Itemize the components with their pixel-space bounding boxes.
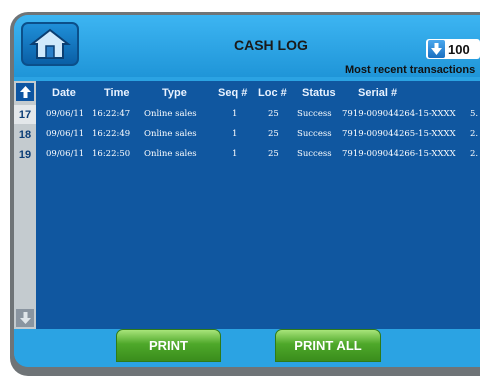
scroll-up-button[interactable] <box>16 83 34 101</box>
page-title: CASH LOG <box>234 37 308 53</box>
column-header-seq[interactable]: Seq # <box>218 87 247 99</box>
cell-amount: 2. <box>470 149 479 159</box>
cell-time: 16:22:49 <box>92 129 131 139</box>
row-number: 18 <box>18 128 32 141</box>
cell-type: Online sales <box>144 109 197 119</box>
cell-time: 16:22:47 <box>92 109 131 119</box>
cell-seq: 1 <box>232 109 238 119</box>
print-all-button[interactable]: PRINT ALL <box>275 329 381 362</box>
header-bar: CASH LOG 100 Most recent transactions <box>14 15 480 77</box>
column-header-type[interactable]: Type <box>162 87 187 99</box>
cell-status: Success <box>297 149 332 159</box>
row-number-column: 17 18 19 <box>14 81 36 329</box>
cell-serial: 7919-009044264-15-XXXX <box>342 109 456 119</box>
cell-status: Success <box>297 129 332 139</box>
cell-seq: 1 <box>232 149 238 159</box>
scroll-down-button[interactable] <box>16 309 34 327</box>
cell-date: 09/06/11 <box>46 149 85 159</box>
cell-loc: 25 <box>268 109 279 119</box>
arrow-down-icon <box>431 43 442 55</box>
print-button[interactable]: PRINT <box>116 329 221 362</box>
transaction-count: 100 <box>448 42 470 57</box>
transaction-table: Date Time Type Seq # Loc # Status Serial… <box>36 81 480 329</box>
cell-date: 09/06/11 <box>46 129 85 139</box>
cell-amount: 2. <box>470 129 479 139</box>
subtitle: Most recent transactions <box>345 64 476 76</box>
row-number: 17 <box>14 105 36 124</box>
cell-type: Online sales <box>144 149 197 159</box>
column-header-status[interactable]: Status <box>302 87 336 99</box>
cell-amount: 5. <box>470 109 479 119</box>
cell-status: Success <box>297 109 332 119</box>
column-header-loc[interactable]: Loc # <box>258 87 287 99</box>
row-number: 19 <box>18 148 32 161</box>
column-header-date[interactable]: Date <box>52 87 76 99</box>
cell-serial: 7919-009044265-15-XXXX <box>342 129 456 139</box>
arrow-up-icon <box>19 86 31 98</box>
cell-loc: 25 <box>268 129 279 139</box>
cell-type: Online sales <box>144 129 197 139</box>
sort-button[interactable] <box>428 40 445 58</box>
column-header-time[interactable]: Time <box>104 87 129 99</box>
cell-seq: 1 <box>232 129 238 139</box>
column-header-serial[interactable]: Serial # <box>358 87 397 99</box>
cell-loc: 25 <box>268 149 279 159</box>
home-button[interactable] <box>21 22 79 66</box>
screen: CASH LOG 100 Most recent transactions 17… <box>14 15 480 367</box>
cell-date: 09/06/11 <box>46 109 85 119</box>
arrow-down-icon <box>19 312 31 324</box>
home-icon <box>29 28 71 59</box>
cell-serial: 7919-009044266-15-XXXX <box>342 149 456 159</box>
bottom-bar <box>14 329 480 367</box>
cell-time: 16:22:50 <box>92 149 131 159</box>
